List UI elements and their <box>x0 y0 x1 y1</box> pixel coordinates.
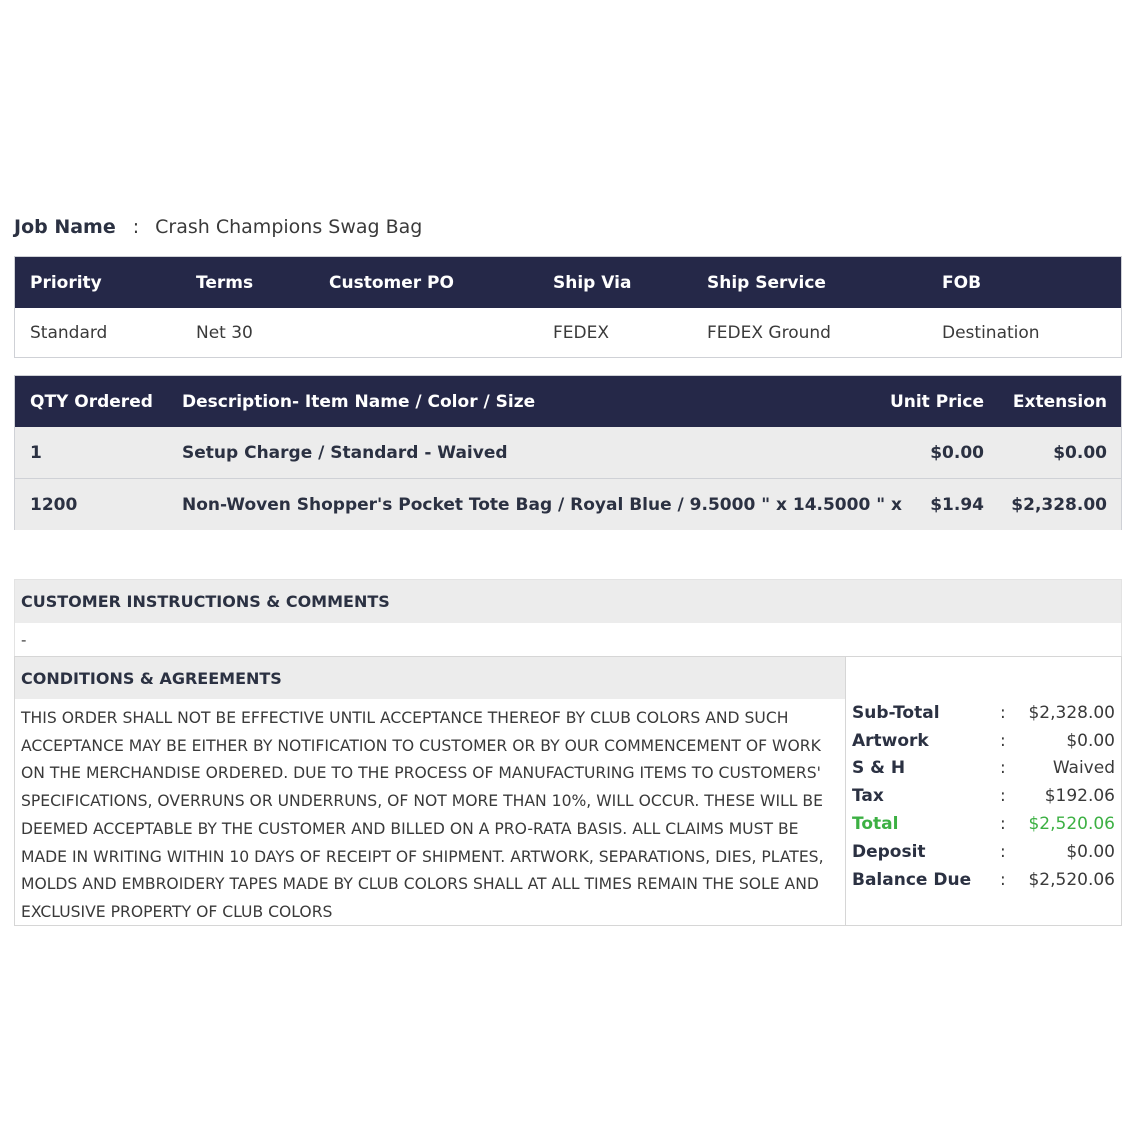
header-priority: Priority <box>30 272 102 293</box>
totals-label: Deposit <box>852 841 926 862</box>
totals-label: S & H <box>852 758 906 779</box>
ship-via-value: FEDEX <box>553 322 609 343</box>
item-unit-price: $0.00 <box>930 442 984 463</box>
totals-row-tax: Tax : $192.06 <box>846 782 1121 810</box>
shipping-info-row: Standard Net 30 FEDEX FEDEX Ground Desti… <box>15 308 1121 357</box>
totals-value: $2,520.06 <box>1028 869 1115 890</box>
totals-separator: : <box>1000 814 1006 835</box>
totals-row-balance-due: Balance Due : $2,520.06 <box>846 866 1121 894</box>
customer-comments-title: CUSTOMER INSTRUCTIONS & COMMENTS <box>15 580 1121 623</box>
header-unit-price: Unit Price <box>889 391 984 412</box>
item-qty: 1 <box>30 442 42 463</box>
job-name-value: Crash Champions Swag Bag <box>155 216 423 238</box>
totals-value: $2,520.06 <box>1028 814 1115 835</box>
table-row: 1200 Non-Woven Shopper's Pocket Tote Bag… <box>15 478 1121 530</box>
header-terms: Terms <box>196 272 254 293</box>
totals-value: $0.00 <box>1066 730 1115 751</box>
totals-separator: : <box>1000 730 1006 751</box>
item-unit-price: $1.94 <box>930 494 984 515</box>
totals-row-shipping-handling: S & H : Waived <box>846 755 1121 783</box>
header-extension: Extension <box>1012 391 1107 412</box>
terms-value: Net 30 <box>196 322 253 343</box>
header-qty-ordered: QTY Ordered <box>30 391 153 412</box>
item-extension: $0.00 <box>1053 442 1107 463</box>
conditions-text: THIS ORDER SHALL NOT BE EFFECTIVE UNTIL … <box>21 709 824 921</box>
table-row: 1 Setup Charge / Standard - Waived $0.00… <box>15 427 1121 478</box>
totals-separator: : <box>1000 841 1006 862</box>
shipping-info-header-row: Priority Terms Customer PO Ship Via Ship… <box>15 257 1121 308</box>
totals-label: Sub-Total <box>852 702 940 723</box>
totals-panel: Sub-Total : $2,328.00 Artwork : $0.00 S … <box>846 657 1121 925</box>
totals-separator: : <box>1000 758 1006 779</box>
job-name-line: Job Name : Crash Champions Swag Bag <box>14 212 422 242</box>
totals-row-subtotal: Sub-Total : $2,328.00 <box>846 699 1121 727</box>
totals-row-deposit: Deposit : $0.00 <box>846 838 1121 866</box>
totals-row-artwork: Artwork : $0.00 <box>846 727 1121 755</box>
header-ship-via: Ship Via <box>553 272 632 293</box>
totals-value: $0.00 <box>1066 841 1115 862</box>
job-name-label: Job Name <box>14 216 116 238</box>
totals-separator: : <box>1000 786 1006 807</box>
customer-comments-body: - <box>15 623 1121 657</box>
totals-separator: : <box>1000 869 1006 890</box>
totals-value: $192.06 <box>1044 786 1115 807</box>
header-ship-service: Ship Service <box>707 272 826 293</box>
totals-value: Waived <box>1052 758 1115 779</box>
totals-label: Artwork <box>852 730 929 751</box>
fob-value: Destination <box>942 322 1040 343</box>
item-description: Non-Woven Shopper's Pocket Tote Bag / Ro… <box>182 494 902 515</box>
job-name-separator: : <box>132 216 140 238</box>
header-customer-po: Customer PO <box>329 272 454 293</box>
line-items-header-row: QTY Ordered Description- Item Name / Col… <box>15 376 1121 427</box>
conditions-section: CONDITIONS & AGREEMENTS THIS ORDER SHALL… <box>14 656 1122 926</box>
conditions-panel: CONDITIONS & AGREEMENTS THIS ORDER SHALL… <box>15 657 846 925</box>
conditions-title: CONDITIONS & AGREEMENTS <box>15 657 845 699</box>
line-items-table: QTY Ordered Description- Item Name / Col… <box>14 375 1122 530</box>
item-extension: $2,328.00 <box>1011 494 1107 515</box>
ship-service-value: FEDEX Ground <box>707 322 831 343</box>
header-description: Description- Item Name / Color / Size <box>182 391 536 412</box>
customer-comments-section: CUSTOMER INSTRUCTIONS & COMMENTS - <box>14 579 1122 657</box>
totals-label: Tax <box>852 786 884 807</box>
header-fob: FOB <box>942 272 982 293</box>
totals-separator: : <box>1000 702 1006 723</box>
item-qty: 1200 <box>30 494 78 515</box>
item-description: Setup Charge / Standard - Waived <box>182 442 508 463</box>
totals-label: Total <box>852 814 899 835</box>
totals-row-total: Total : $2,520.06 <box>846 810 1121 838</box>
totals-label: Balance Due <box>852 869 972 890</box>
totals-value: $2,328.00 <box>1028 702 1115 723</box>
priority-value: Standard <box>30 322 108 343</box>
shipping-info-table: Priority Terms Customer PO Ship Via Ship… <box>14 256 1122 358</box>
